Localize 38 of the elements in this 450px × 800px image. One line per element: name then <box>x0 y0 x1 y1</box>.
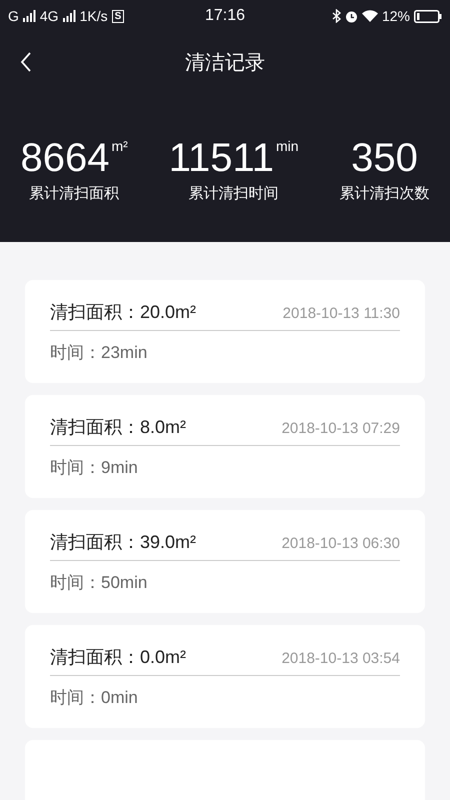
cleaning-duration: 时间：23min <box>50 342 148 364</box>
signal-icon <box>62 10 76 22</box>
back-icon <box>20 52 32 72</box>
stat-label: 累计清扫时间 <box>188 184 279 203</box>
alarm-icon <box>344 10 358 22</box>
record-card[interactable]: 清扫面积：8.0m² 2018-10-13 07:29 时间：9min <box>25 395 425 498</box>
battery-level: 12% <box>382 8 410 24</box>
cleaned-area: 清扫面积：8.0m² <box>50 415 186 439</box>
record-date: 2018-10-13 11:30 <box>282 305 400 322</box>
stat-label: 累计清扫次数 <box>340 184 430 203</box>
clock: 17:16 <box>204 7 246 25</box>
wifi-icon <box>362 10 378 22</box>
bluetooth-icon <box>332 9 341 23</box>
signal-icon <box>22 10 36 22</box>
network-speed: 1K/s <box>80 8 108 24</box>
record-date: 2018-10-13 03:54 <box>282 650 400 667</box>
network-type: 4G <box>40 8 59 24</box>
stat-value: 350 <box>351 136 418 180</box>
record-card[interactable]: 清扫面积：20.0m² 2018-10-13 11:30 时间：23min <box>25 280 425 383</box>
battery-icon <box>414 10 442 22</box>
record-card[interactable]: 清扫面积：39.0m² 2018-10-13 06:30 时间：50min <box>25 510 425 613</box>
stat-value: 8664 <box>20 136 110 180</box>
stat-label: 累计清扫面积 <box>29 184 120 203</box>
record-card[interactable]: 清扫面积：0.0m² 2018-10-13 03:54 时间：0min <box>25 625 425 728</box>
record-date: 2018-10-13 06:30 <box>282 535 400 552</box>
network-type: G <box>8 8 19 24</box>
page-title: 清洁记录 <box>185 50 265 76</box>
stat-unit: min <box>276 138 299 154</box>
cleaned-area: 清扫面积：39.0m² <box>50 530 196 554</box>
cleaned-area: 清扫面积：0.0m² <box>50 645 186 669</box>
cleaning-duration: 时间：50min <box>50 572 148 594</box>
cleaning-duration: 时间：0min <box>50 687 139 709</box>
stat-unit: m² <box>111 138 128 154</box>
record-date: 2018-10-13 07:29 <box>282 420 400 437</box>
cleaned-area: 清扫面积：20.0m² <box>50 300 196 324</box>
cleaning-duration: 时间：9min <box>50 457 139 479</box>
sim-badge: S <box>112 10 124 22</box>
stat-value: 11511 <box>168 136 274 180</box>
